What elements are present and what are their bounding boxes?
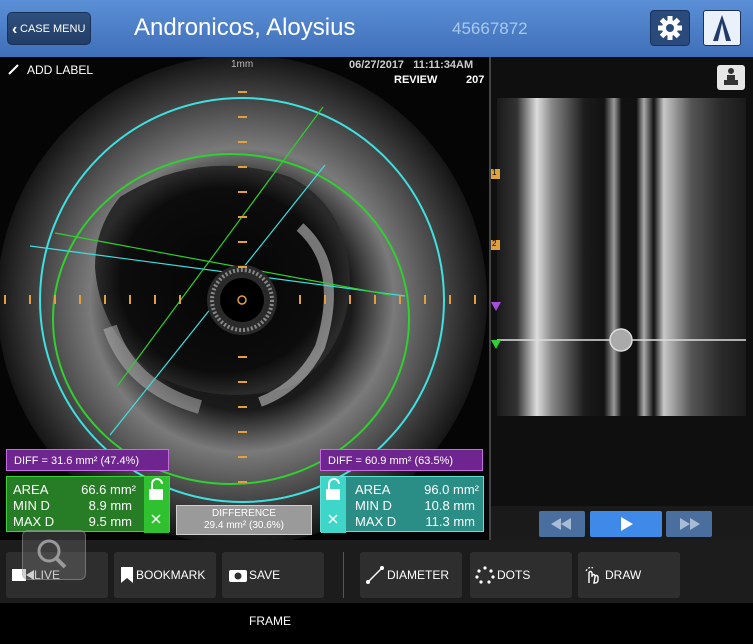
draw-button[interactable]: DRAW: [578, 552, 680, 598]
save-frame-button[interactable]: SAVE FRAME: [222, 552, 324, 628]
save-frame-label: SAVE FRAME: [249, 568, 291, 628]
brand-logo-button[interactable]: [703, 10, 741, 46]
toolbar-separator: [343, 552, 344, 598]
dots-label: DOTS: [497, 568, 531, 582]
difference-panel: DIFFERENCE 29.4 mm² (30.6%): [176, 505, 312, 535]
difference-value: 29.4 mm² (30.6%): [203, 520, 285, 531]
longitudinal-image: [491, 98, 746, 416]
fast-forward-icon: [680, 518, 700, 530]
play-button[interactable]: [590, 511, 662, 537]
chevron-left-icon: ‹: [12, 21, 18, 38]
left-diff-badge: DIFF = 31.6 mm² (47.4%): [6, 449, 169, 471]
case-menu-button[interactable]: ‹ CASE MENU: [7, 12, 91, 45]
play-icon: [621, 517, 633, 531]
unlock-icon[interactable]: [144, 477, 169, 505]
max-d-value: 9.5 mm: [88, 514, 132, 529]
longitudinal-view[interactable]: 1 2: [491, 57, 753, 540]
add-label-text: ADD LABEL: [27, 63, 94, 77]
gear-icon: [658, 16, 682, 40]
scale-label: 1mm: [231, 59, 254, 70]
case-menu-label: CASE MENU: [20, 23, 86, 35]
bookmark-button[interactable]: BOOKMARK: [114, 552, 216, 598]
patient-name: Andronicos, Aloysius: [134, 14, 356, 41]
mode-label: REVIEW: [394, 74, 438, 86]
pencil-icon: [8, 64, 19, 75]
settings-button[interactable]: [650, 10, 690, 46]
bookmark-icon: [121, 567, 133, 583]
add-label-button[interactable]: ADD LABEL: [7, 62, 93, 78]
max-d-label: MAX D: [355, 514, 397, 529]
header-bar: ‹ CASE MENU Andronicos, Aloysius 4566787…: [0, 0, 753, 57]
bookmark-2-label[interactable]: 2: [492, 239, 496, 248]
bookmark-1-label[interactable]: 1: [492, 168, 496, 177]
view-orientation-button[interactable]: [717, 65, 745, 90]
bookmark-label: BOOKMARK: [136, 568, 206, 582]
dots-button[interactable]: DOTS: [470, 552, 572, 598]
diameter-label: DIAMETER: [387, 568, 450, 582]
left-measurement-panel: AREA 66.6 mm² MIN D 8.9 mm MAX D 9.5 mm: [6, 476, 170, 533]
logo-icon: [713, 15, 731, 41]
rewind-button[interactable]: [539, 511, 585, 537]
right-measurement-panel: AREA 96.0 mm² MIN D 10.8 mm MAX D 11.3 m…: [320, 476, 484, 533]
right-diff-badge: DIFF = 60.9 mm² (63.5%): [320, 449, 483, 471]
hand-draw-icon: [585, 566, 599, 584]
time-text: 11:11:34AM: [413, 59, 474, 71]
close-icon[interactable]: [144, 505, 169, 533]
left-measure-controls: [144, 477, 169, 533]
datetime-stamp: 06/27/2017 11:11:34AM: [349, 59, 473, 71]
close-icon[interactable]: [321, 505, 346, 533]
right-measure-controls: [321, 477, 346, 533]
frame-number: 207: [466, 74, 485, 86]
fast-forward-button[interactable]: [666, 511, 712, 537]
draw-label: DRAW: [605, 568, 642, 582]
patient-id: 45667872: [452, 19, 528, 38]
date-text: 06/27/2017: [349, 59, 405, 71]
max-d-label: MAX D: [13, 514, 55, 529]
person-icon: [724, 68, 738, 85]
max-d-value: 11.3 mm: [425, 514, 475, 529]
camera-icon: [229, 570, 247, 582]
diameter-button[interactable]: DIAMETER: [360, 552, 462, 598]
rewind-icon: [551, 518, 571, 530]
diameter-icon: [366, 566, 384, 584]
difference-label: DIFFERENCE: [212, 508, 276, 519]
zoom-overlay[interactable]: [22, 530, 86, 580]
unlock-icon[interactable]: [321, 477, 346, 505]
dots-icon: [475, 566, 495, 584]
zoom-icon: [37, 539, 67, 569]
